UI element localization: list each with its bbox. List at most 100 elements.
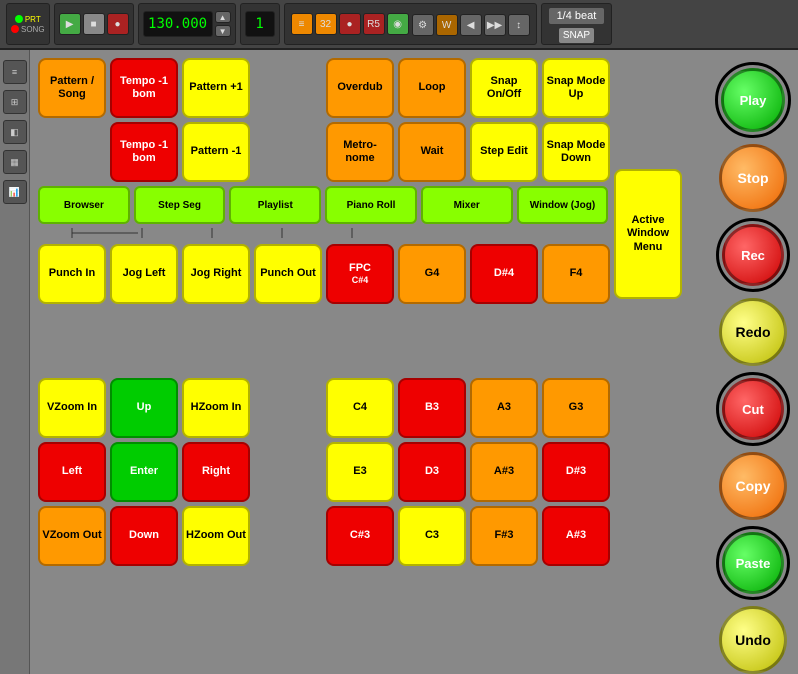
pattern-group: 1 xyxy=(240,3,280,45)
d4sharp-btn[interactable]: D#4 xyxy=(470,244,538,304)
pattern-plus1-btn[interactable]: Pattern +1 xyxy=(182,58,250,118)
cut-outline: Cut xyxy=(716,372,790,446)
b3-btn[interactable]: B3 xyxy=(398,378,466,438)
stop-btn-rp[interactable]: Stop xyxy=(719,144,787,212)
pattern-display[interactable]: 1 xyxy=(245,11,275,37)
pattern-song-btn[interactable]: Pattern / Song xyxy=(38,58,106,118)
wait-btn[interactable]: Wait xyxy=(398,122,466,182)
snap-mode-down-btn[interactable]: Snap Mode Down xyxy=(542,122,610,182)
tempo-up[interactable]: ▲ xyxy=(215,11,231,23)
jog-right-btn[interactable]: Jog Right xyxy=(182,244,250,304)
spacer-2a xyxy=(38,122,106,182)
stop-button[interactable]: ■ xyxy=(83,13,105,35)
row-2: Tempo -1 bom Pattern -1 Metro- nome Wait… xyxy=(38,122,700,182)
spacer-1 xyxy=(254,58,322,118)
ctrl-btn-10[interactable]: ↕ xyxy=(508,14,530,36)
down-btn[interactable]: Down xyxy=(110,506,178,566)
c3-btn[interactable]: C3 xyxy=(398,506,466,566)
a3sharp-btn[interactable]: A#3 xyxy=(470,442,538,502)
prt-led xyxy=(15,15,23,23)
playlist-btn[interactable]: Playlist xyxy=(229,186,321,224)
loop-btn[interactable]: Loop xyxy=(398,58,466,118)
ctrl-btn-8[interactable]: ◀ xyxy=(460,14,482,36)
song-led xyxy=(11,25,19,33)
fpc-label: FPC xyxy=(349,262,371,275)
d3sharp-btn[interactable]: D#3 xyxy=(542,442,610,502)
e3-btn[interactable]: E3 xyxy=(326,442,394,502)
left-btn[interactable]: Left xyxy=(38,442,106,502)
g3-btn[interactable]: G3 xyxy=(542,378,610,438)
c3sharp-btn[interactable]: C#3 xyxy=(326,506,394,566)
pattern-minus1-btn[interactable]: Pattern -1 xyxy=(182,122,250,182)
vzoom-in-btn[interactable]: VZoom In xyxy=(38,378,106,438)
piano-roll-btn[interactable]: Piano Roll xyxy=(325,186,417,224)
right-btn[interactable]: Right xyxy=(182,442,250,502)
snap-onoff-btn[interactable]: Snap On/Off xyxy=(470,58,538,118)
tempo-minus1-btn-2[interactable]: Tempo -1 bom xyxy=(110,122,178,182)
a3-btn[interactable]: A3 xyxy=(470,378,538,438)
transport-group: ▶ ■ ● xyxy=(54,3,134,45)
active-window-menu-btn[interactable]: Active Window Menu xyxy=(614,169,682,299)
copy-btn-rp[interactable]: Copy xyxy=(719,452,787,520)
up-btn[interactable]: Up xyxy=(110,378,178,438)
play-button[interactable]: ▶ xyxy=(59,13,81,35)
record-button[interactable]: ● xyxy=(107,13,129,35)
play-btn-rp[interactable]: Play xyxy=(721,68,785,132)
tempo-down[interactable]: ▼ xyxy=(215,25,231,37)
paste-outline: Paste xyxy=(716,526,790,600)
step-seg-btn[interactable]: Step Seg xyxy=(134,186,226,224)
right-panel-inner: Play Stop Rec Redo Cut Copy Paste Undo xyxy=(715,58,791,674)
hzoom-in-btn[interactable]: HZoom In xyxy=(182,378,250,438)
tempo-minus1-btn-1[interactable]: Tempo -1 bom xyxy=(110,58,178,118)
window-btn[interactable]: Window (Jog) xyxy=(517,186,609,224)
fpc-btn[interactable]: FPC C#4 xyxy=(326,244,394,304)
controls-group: ≡ 32 ● R5 ◉ ⚙ W ◀ ▶▶ ↕ xyxy=(284,3,537,45)
metronome-btn[interactable]: Metro- nome xyxy=(326,122,394,182)
sidebar-icon-2[interactable]: ⊞ xyxy=(3,90,27,114)
rec-btn-rp[interactable]: Rec xyxy=(722,224,784,286)
cut-btn-rp[interactable]: Cut xyxy=(722,378,784,440)
jog-left-btn[interactable]: Jog Left xyxy=(110,244,178,304)
punch-in-btn[interactable]: Punch In xyxy=(38,244,106,304)
rec-outline: Rec xyxy=(716,218,790,292)
overdub-btn[interactable]: Overdub xyxy=(326,58,394,118)
a3sharp2-btn[interactable]: A#3 xyxy=(542,506,610,566)
row-3: Punch In Jog Left Jog Right Punch Out FP… xyxy=(38,244,700,374)
enter-btn[interactable]: Enter xyxy=(110,442,178,502)
ctrl-btn-2[interactable]: 32 xyxy=(315,13,337,35)
song-label: SONG xyxy=(21,25,45,34)
mixer-btn[interactable]: Mixer xyxy=(421,186,513,224)
step-edit-btn[interactable]: Step Edit xyxy=(470,122,538,182)
snap-label[interactable]: SNAP xyxy=(558,27,595,44)
beat-display[interactable]: 1/4 beat xyxy=(548,7,606,25)
ctrl-btn-1[interactable]: ≡ xyxy=(291,13,313,35)
sidebar-icon-4[interactable]: ▦ xyxy=(3,150,27,174)
browser-btn[interactable]: Browser xyxy=(38,186,130,224)
hzoom-out-btn[interactable]: HZoom Out xyxy=(182,506,250,566)
f4-btn[interactable]: F4 xyxy=(542,244,610,304)
punch-out-btn[interactable]: Punch Out xyxy=(254,244,322,304)
sidebar-icon-5[interactable]: 📊 xyxy=(3,180,27,204)
sidebar-icon-1[interactable]: ≡ xyxy=(3,60,27,84)
f3sharp-btn[interactable]: F#3 xyxy=(470,506,538,566)
sidebar-icon-3[interactable]: ◧ xyxy=(3,120,27,144)
ctrl-btn-7[interactable]: W xyxy=(436,14,458,36)
row-1: Pattern / Song Tempo -1 bom Pattern +1 O… xyxy=(38,58,700,118)
ctrl-btn-4[interactable]: R5 xyxy=(363,13,385,35)
tempo-display[interactable]: 130.000 xyxy=(143,11,213,37)
ctrl-btn-9[interactable]: ▶▶ xyxy=(484,14,506,36)
d3-btn[interactable]: D3 xyxy=(398,442,466,502)
redo-btn-rp[interactable]: Redo xyxy=(719,298,787,366)
vzoom-out-btn[interactable]: VZoom Out xyxy=(38,506,106,566)
ctrl-btn-5[interactable]: ◉ xyxy=(387,13,409,35)
ctrl-btn-3[interactable]: ● xyxy=(339,13,361,35)
c4-btn[interactable]: C4 xyxy=(326,378,394,438)
g4-btn[interactable]: G4 xyxy=(398,244,466,304)
snap-mode-up-btn[interactable]: Snap Mode Up xyxy=(542,58,610,118)
undo-btn-rp[interactable]: Undo xyxy=(719,606,787,674)
row4-spacer xyxy=(254,378,322,438)
paste-btn-rp[interactable]: Paste xyxy=(722,532,784,594)
row5-spacer xyxy=(254,442,322,502)
ctrl-btn-6[interactable]: ⚙ xyxy=(412,14,434,36)
row-4: VZoom In Up HZoom In C4 B3 A3 G3 xyxy=(38,378,700,438)
